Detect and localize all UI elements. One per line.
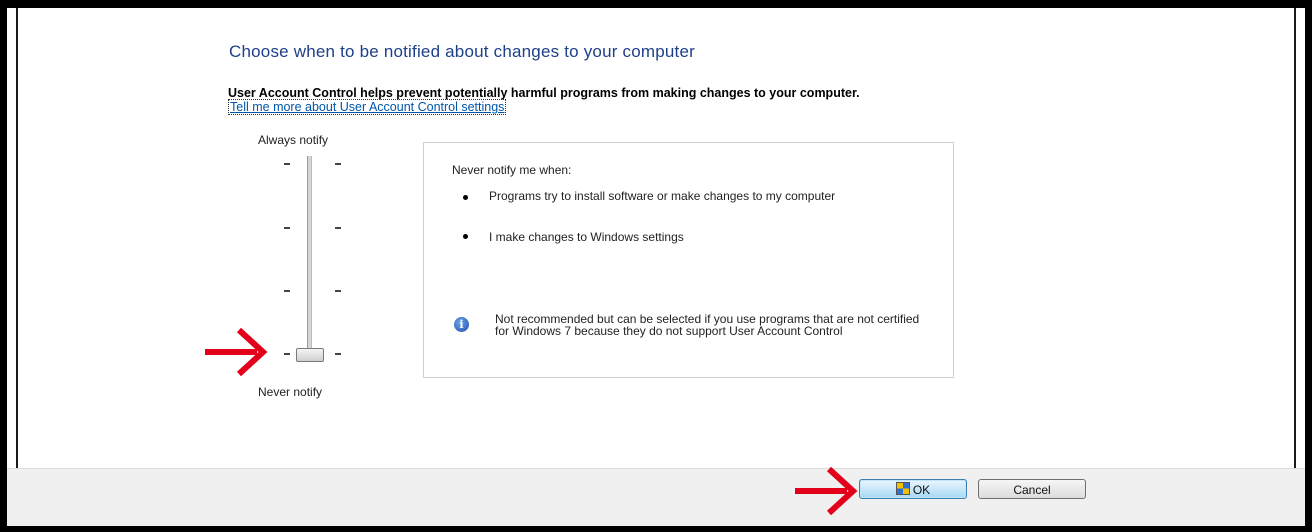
dialog-footer [7, 469, 1305, 526]
page-title: Choose when to be notified about changes… [229, 42, 695, 61]
bullet-dot [463, 195, 468, 200]
ok-button[interactable]: OK [859, 479, 967, 499]
slider-tick [335, 290, 341, 292]
slider-tick [335, 227, 341, 229]
red-arrow-ok-annotation [795, 466, 858, 516]
screenshot-frame: Choose when to be notified about changes… [0, 0, 1312, 532]
ok-button-label: OK [912, 483, 931, 497]
slider-tick [335, 163, 341, 165]
bullet-dot [463, 234, 468, 239]
slider-track[interactable] [307, 156, 312, 356]
slider-tick [284, 163, 290, 165]
slider-tick [335, 353, 341, 355]
level-description-panel [423, 142, 954, 378]
panel-heading: Never notify me when: [452, 163, 572, 177]
bullet-item: Programs try to install software or make… [489, 189, 836, 203]
info-text: Not recommended but can be selected if y… [495, 312, 920, 338]
shield-icon [895, 482, 910, 495]
slider-tick [284, 290, 290, 292]
uac-settings-dialog: Choose when to be notified about changes… [7, 8, 1305, 526]
dialog-right-border [1294, 8, 1296, 526]
slider-tick [284, 353, 290, 355]
info-icon: i [454, 317, 469, 332]
slider-bottom-label: Never notify [258, 385, 323, 399]
bullet-item: I make changes to Windows settings [489, 230, 684, 244]
cancel-button[interactable]: Cancel [978, 479, 1086, 499]
help-link[interactable]: Tell me more about User Account Control … [228, 99, 507, 115]
slider-thumb[interactable] [296, 348, 324, 362]
slider-tick [284, 227, 290, 229]
dialog-left-border [16, 8, 18, 526]
slider-top-label: Always notify [258, 133, 329, 147]
description-text: User Account Control helps prevent poten… [228, 86, 860, 100]
red-arrow-slider-annotation [205, 327, 268, 377]
